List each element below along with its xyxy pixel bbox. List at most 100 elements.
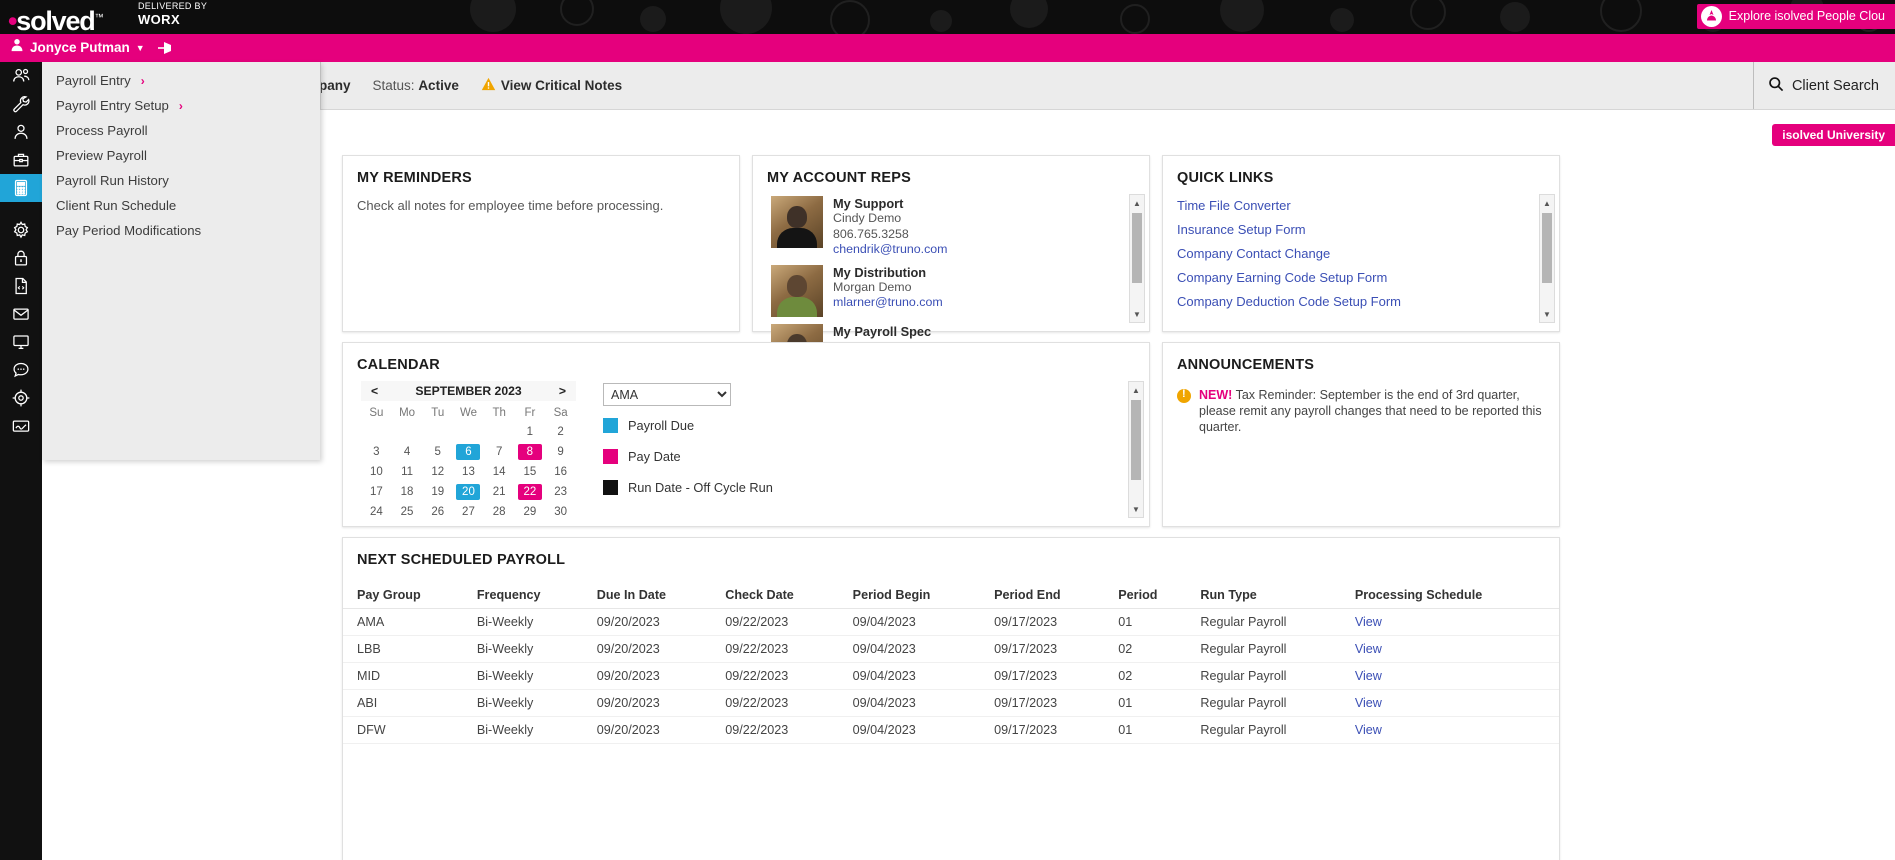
quick-link-item[interactable]: Company Earning Code Setup Form: [1177, 270, 1559, 285]
isolved-university-badge[interactable]: isolved University: [1772, 124, 1895, 146]
calendar-day-cell[interactable]: 25: [392, 502, 423, 522]
pin-icon[interactable]: [155, 39, 173, 57]
rail-item-signature[interactable]: [0, 412, 42, 440]
my-account-reps-card: MY ACCOUNT REPS My Support Cindy Demo 80…: [752, 155, 1150, 332]
rail-item-code-file[interactable]: [0, 272, 42, 300]
calendar-day-cell[interactable]: 5: [422, 442, 453, 462]
quick-link-item[interactable]: Company Contact Change: [1177, 246, 1559, 261]
calendar-day-cell[interactable]: 4: [392, 442, 423, 462]
user-menu-button[interactable]: Jonyce Putman ▼: [10, 34, 145, 62]
quick-link-item[interactable]: Time File Converter: [1177, 198, 1559, 213]
scroll-down-icon[interactable]: ▼: [1540, 307, 1554, 321]
scroll-down-icon[interactable]: ▼: [1130, 307, 1144, 321]
rail-item-settings[interactable]: [0, 216, 42, 244]
rep-email-link[interactable]: mlarner@truno.com: [833, 295, 943, 309]
scroll-down-icon[interactable]: ▼: [1129, 502, 1143, 516]
view-schedule-link[interactable]: View: [1355, 642, 1382, 656]
calendar-day-cell[interactable]: 9: [545, 442, 576, 462]
calendar-day-cell[interactable]: 15: [515, 462, 546, 482]
view-schedule-link[interactable]: View: [1355, 723, 1382, 737]
isolved-logo[interactable]: •solved™: [8, 1, 102, 34]
rail-item-briefcase[interactable]: [0, 146, 42, 174]
table-cell: 09/04/2023: [839, 690, 980, 717]
prev-month-button[interactable]: <: [371, 384, 378, 398]
calendar-day-cell[interactable]: 30: [545, 502, 576, 522]
scrollbar[interactable]: ▲ ▼: [1539, 194, 1555, 323]
rep-email-link[interactable]: chendrik@truno.com: [833, 242, 948, 256]
table-cell: 09/22/2023: [711, 690, 838, 717]
rail-item-people[interactable]: [0, 62, 42, 90]
menu-item-preview-payroll[interactable]: Preview Payroll: [42, 143, 320, 168]
menu-item-client-run-schedule[interactable]: Client Run Schedule: [42, 193, 320, 218]
calendar-grid: Su Mo Tu We Th Fr Sa 1234567891011121314…: [361, 403, 576, 522]
pay-group-select[interactable]: AMALBBMIDABIDFW: [603, 383, 731, 406]
calendar-day-cell[interactable]: 6: [453, 442, 484, 462]
rail-item-mail[interactable]: [0, 300, 42, 328]
calendar-day-cell[interactable]: 16: [545, 462, 576, 482]
rail-item-monitor[interactable]: [0, 328, 42, 356]
menu-item-payroll-run-history[interactable]: Payroll Run History: [42, 168, 320, 193]
table-cell: Regular Payroll: [1186, 663, 1340, 690]
calendar-day-cell[interactable]: 14: [484, 462, 515, 482]
person-icon: [10, 34, 24, 62]
calendar-day-cell[interactable]: 10: [361, 462, 392, 482]
logo-text: solved: [16, 6, 94, 34]
calendar-day-cell[interactable]: 3: [361, 442, 392, 462]
rail-item-chat[interactable]: [0, 356, 42, 384]
calendar-day-cell[interactable]: 1: [515, 422, 546, 442]
rail-item-person[interactable]: [0, 118, 42, 146]
calendar-day-cell[interactable]: 20: [453, 482, 484, 502]
rep-role: My Distribution: [833, 265, 943, 280]
calendar-day-cell[interactable]: 7: [484, 442, 515, 462]
calendar-day-cell[interactable]: 18: [392, 482, 423, 502]
rail-item-payroll-calculator[interactable]: [0, 174, 42, 202]
table-cell: Bi-Weekly: [463, 609, 583, 636]
table-row: ABIBi-Weekly09/20/202309/22/202309/04/20…: [343, 690, 1559, 717]
scrollbar[interactable]: ▲ ▼: [1128, 381, 1144, 518]
scrollbar-thumb[interactable]: [1542, 213, 1552, 283]
calendar-day-cell[interactable]: 12: [422, 462, 453, 482]
scroll-up-icon[interactable]: ▲: [1129, 383, 1143, 397]
table-row: LBBBi-Weekly09/20/202309/22/202309/04/20…: [343, 636, 1559, 663]
calendar-day-cell[interactable]: 23: [545, 482, 576, 502]
calendar-day-cell[interactable]: 27: [453, 502, 484, 522]
calendar-day-cell[interactable]: 13: [453, 462, 484, 482]
menu-item-payroll-entry[interactable]: Payroll Entry›: [42, 68, 320, 93]
rail-item-wrench[interactable]: [0, 90, 42, 118]
view-schedule-link[interactable]: View: [1355, 696, 1382, 710]
scrollbar-thumb[interactable]: [1131, 400, 1141, 480]
legend-swatch: [603, 480, 618, 495]
menu-item-payroll-entry-setup[interactable]: Payroll Entry Setup›: [42, 93, 320, 118]
calendar-day-cell[interactable]: 24: [361, 502, 392, 522]
calendar-day-cell[interactable]: 28: [484, 502, 515, 522]
scroll-up-icon[interactable]: ▲: [1130, 196, 1144, 210]
quick-links-title: QUICK LINKS: [1177, 170, 1559, 186]
scrollbar-thumb[interactable]: [1132, 213, 1142, 283]
calendar-day-cell[interactable]: 8: [515, 442, 546, 462]
quick-link-item[interactable]: Insurance Setup Form: [1177, 222, 1559, 237]
rail-item-reports[interactable]: [0, 384, 42, 412]
rep-name: Cindy Demo: [833, 211, 948, 226]
calendar-day-cell[interactable]: 19: [422, 482, 453, 502]
weekday-header: Mo: [392, 403, 423, 422]
client-search-button[interactable]: Client Search: [1753, 62, 1895, 109]
view-critical-notes-link[interactable]: View Critical Notes: [481, 77, 622, 94]
calendar-day-cell[interactable]: 22: [515, 482, 546, 502]
rail-item-security-lock[interactable]: [0, 244, 42, 272]
calendar-day-cell[interactable]: 29: [515, 502, 546, 522]
menu-item-process-payroll[interactable]: Process Payroll: [42, 118, 320, 143]
calendar-day-cell[interactable]: 21: [484, 482, 515, 502]
scrollbar[interactable]: ▲ ▼: [1129, 194, 1145, 323]
calendar-day-cell[interactable]: 17: [361, 482, 392, 502]
calendar-day-cell[interactable]: 26: [422, 502, 453, 522]
scroll-up-icon[interactable]: ▲: [1540, 196, 1554, 210]
next-month-button[interactable]: >: [559, 384, 566, 398]
explore-people-cloud-banner[interactable]: Explore isolved People Clou: [1697, 4, 1895, 29]
view-schedule-link[interactable]: View: [1355, 669, 1382, 683]
view-schedule-link[interactable]: View: [1355, 615, 1382, 629]
menu-item-pay-period-modifications[interactable]: Pay Period Modifications: [42, 218, 320, 243]
calendar-day-cell[interactable]: 2: [545, 422, 576, 442]
table-cell: Regular Payroll: [1186, 717, 1340, 744]
calendar-day-cell[interactable]: 11: [392, 462, 423, 482]
quick-link-item[interactable]: Company Deduction Code Setup Form: [1177, 294, 1559, 309]
